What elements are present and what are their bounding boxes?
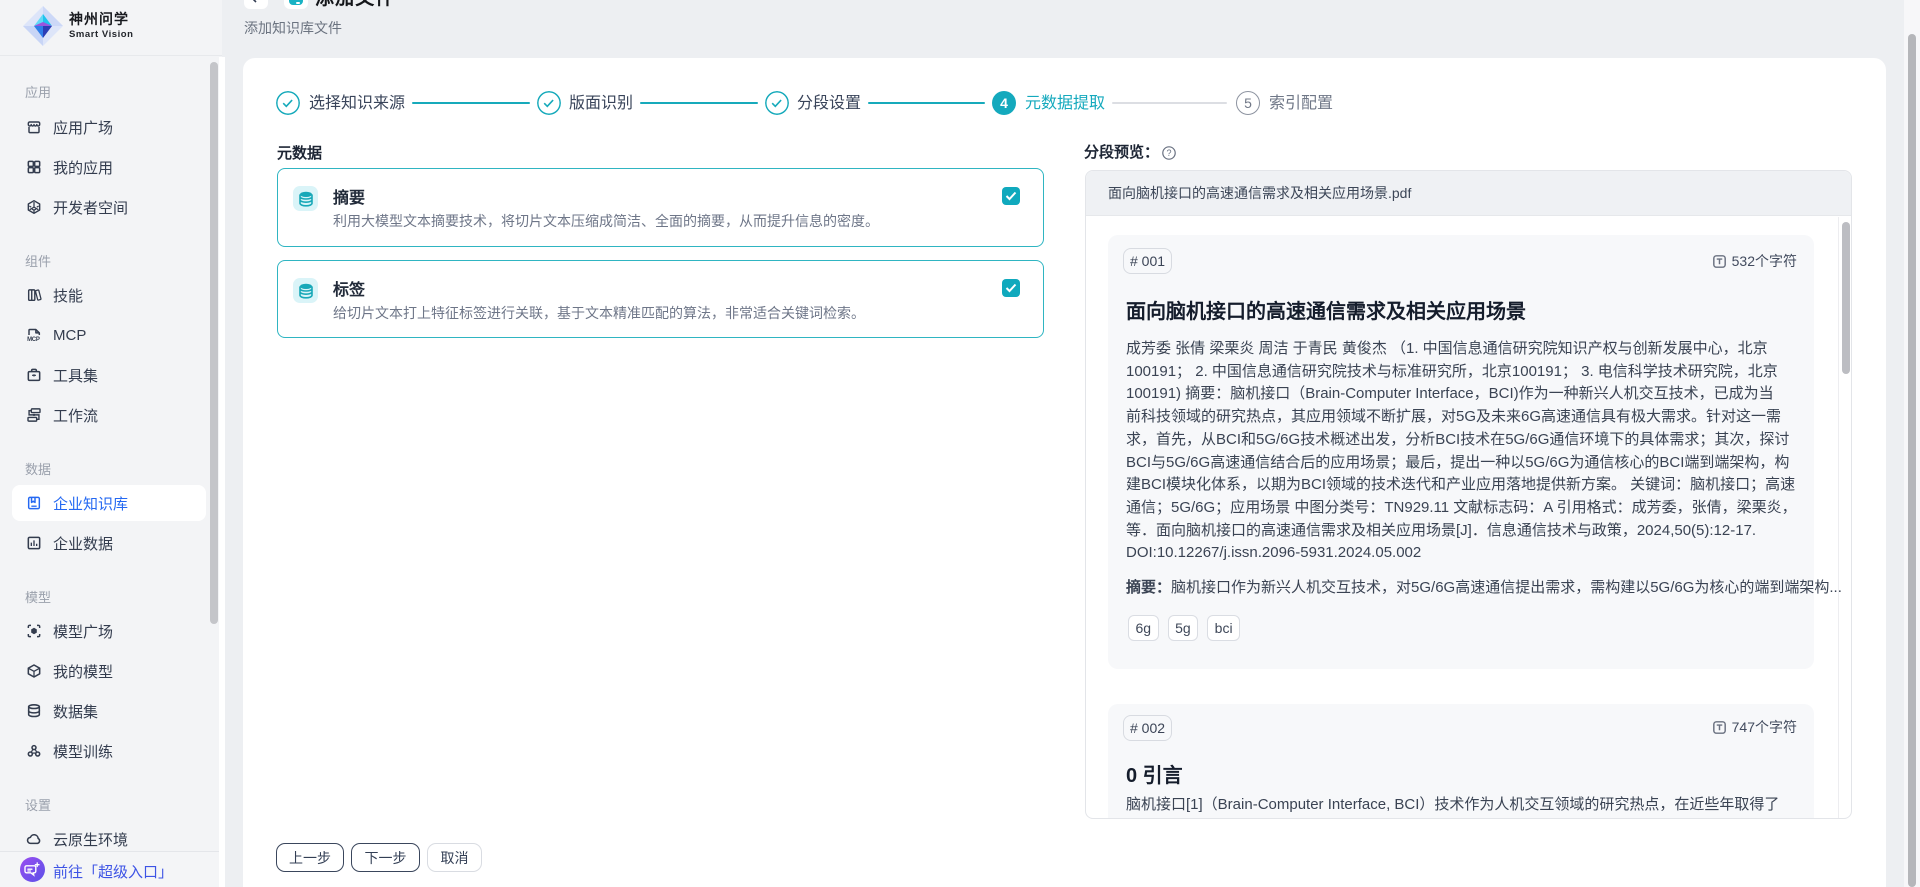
svg-text:?: ? xyxy=(1166,148,1171,158)
svg-text:MCP: MCP xyxy=(27,337,40,343)
